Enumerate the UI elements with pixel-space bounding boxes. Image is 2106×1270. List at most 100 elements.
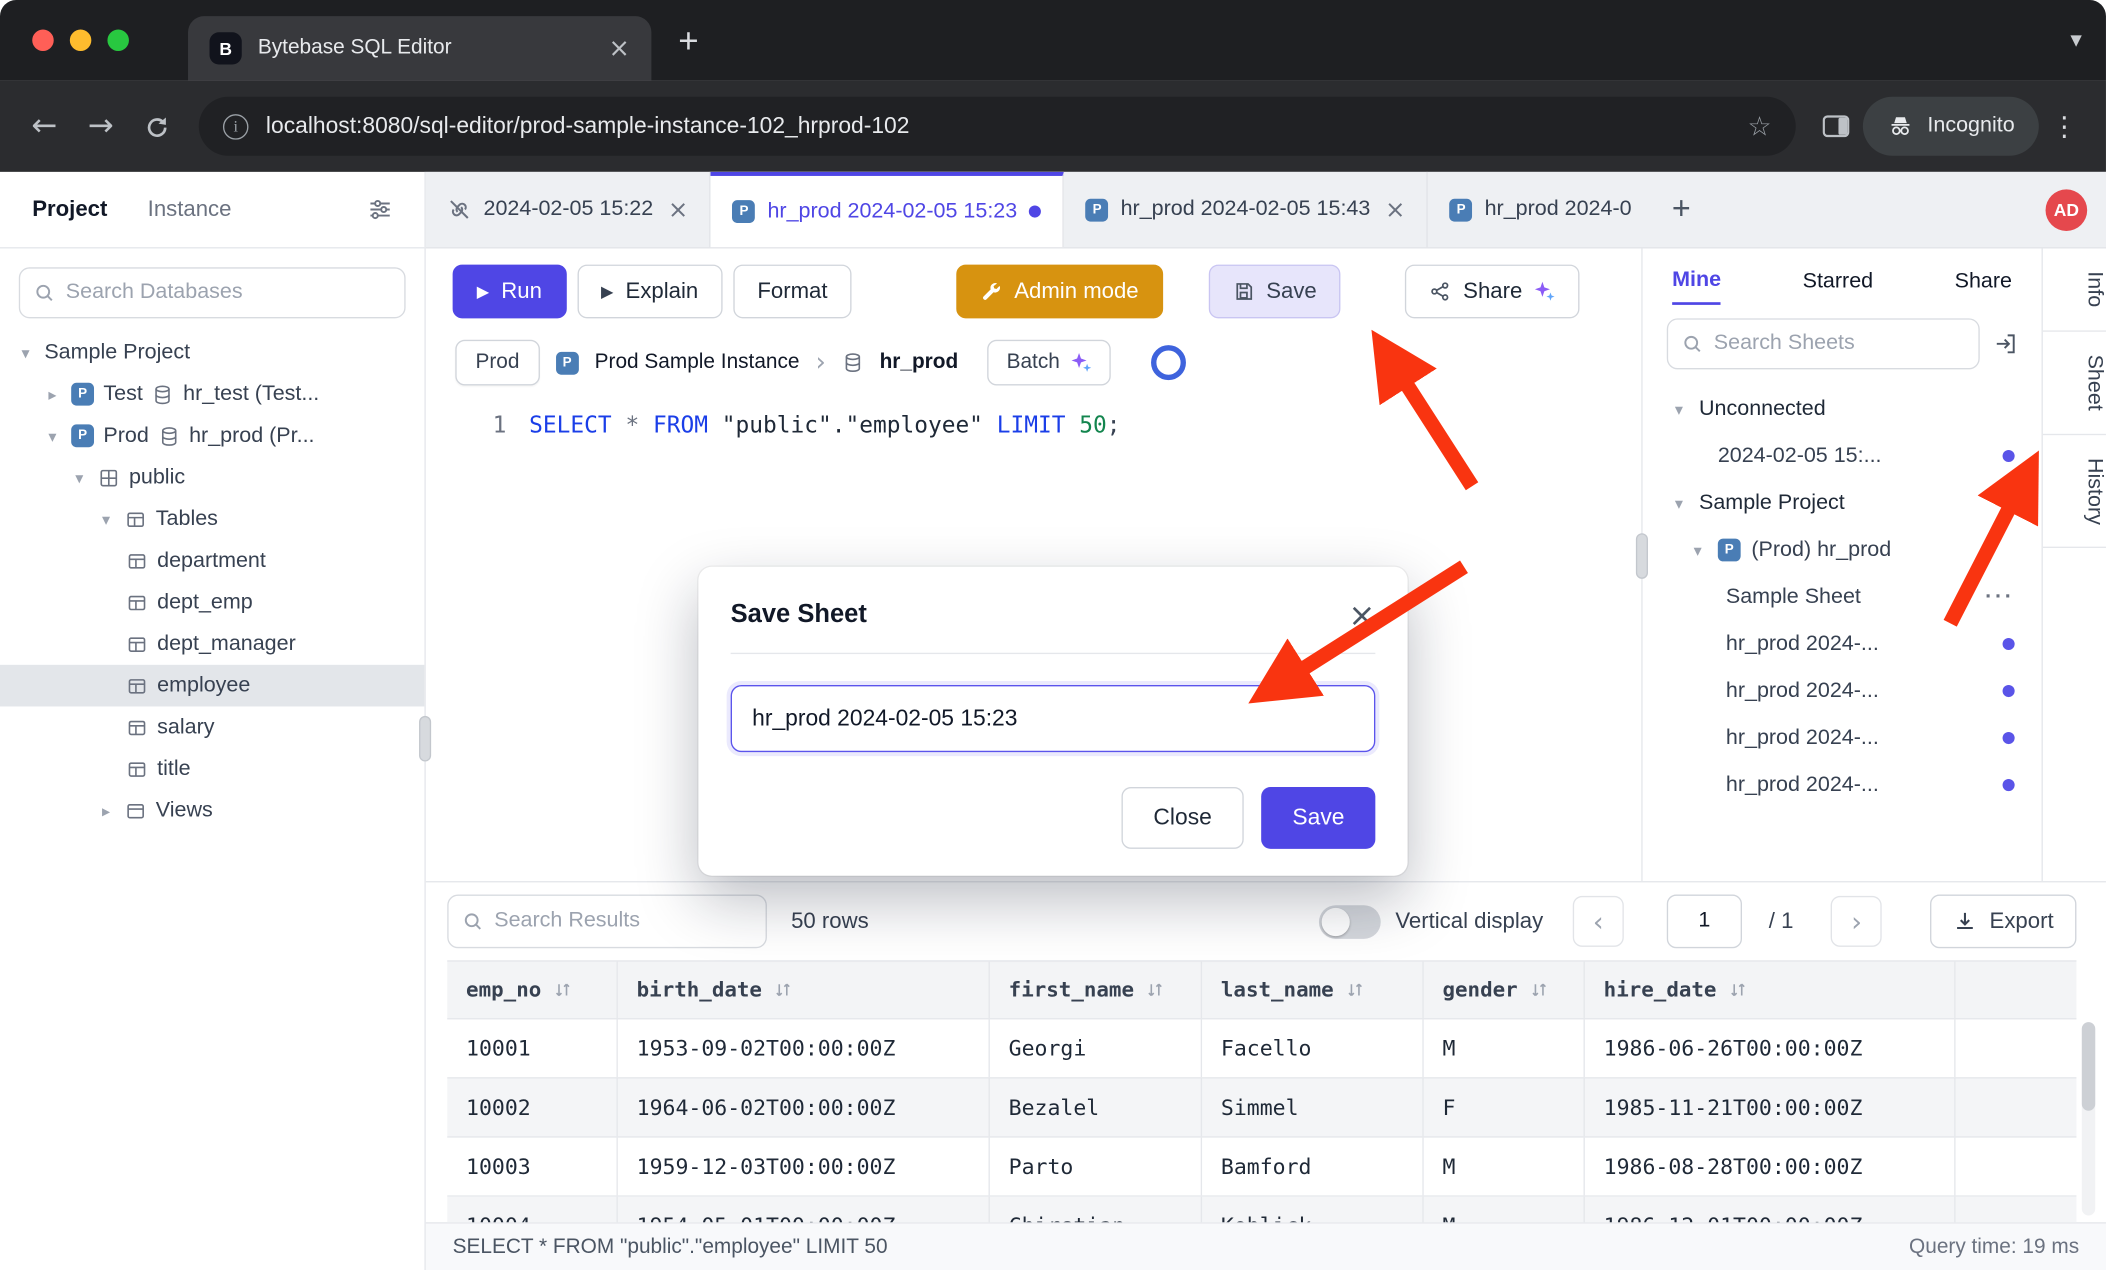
chevron-right-icon[interactable]: ▸: [97, 801, 116, 820]
tree-item-table-employee[interactable]: employee: [0, 665, 424, 707]
sort-icon[interactable]: [774, 980, 793, 999]
prev-page-button[interactable]: ‹: [1573, 896, 1624, 947]
vertical-display-toggle[interactable]: [1319, 905, 1381, 939]
table-row[interactable]: 10003 1959-12-03T00:00:00Z Parto Bamford…: [447, 1138, 2076, 1197]
sort-icon[interactable]: [1346, 980, 1365, 999]
run-button[interactable]: ▶ Run: [453, 265, 567, 319]
sheet-search[interactable]: [1667, 318, 1980, 369]
bookmark-star-icon[interactable]: ☆: [1748, 110, 1772, 142]
database-search[interactable]: [19, 267, 406, 318]
tree-item-table-dept-emp[interactable]: dept_emp: [0, 582, 424, 624]
close-icon[interactable]: ×: [668, 195, 688, 223]
database-search-input[interactable]: [66, 281, 391, 305]
table-scrollbar[interactable]: [2082, 1022, 2095, 1215]
close-tab-icon[interactable]: ×: [609, 34, 630, 64]
sheet-item[interactable]: hr_prod 2024-...: [1643, 762, 2042, 809]
browser-menu-icon[interactable]: ⋮: [2039, 110, 2090, 142]
rail-tab-info[interactable]: Info: [2043, 248, 2106, 331]
column-header[interactable]: emp_no: [447, 962, 618, 1018]
sort-icon[interactable]: [1530, 980, 1549, 999]
sort-icon[interactable]: [553, 980, 572, 999]
sheet-item[interactable]: hr_prod 2024-...: [1643, 715, 2042, 762]
editor-tab-2-active[interactable]: P hr_prod 2024-02-05 15:23: [711, 172, 1064, 247]
chevron-down-icon[interactable]: ▾: [16, 343, 35, 362]
sheet-search-input[interactable]: [1714, 332, 1965, 356]
next-page-button[interactable]: ›: [1831, 896, 1882, 947]
assistant-ring-icon[interactable]: [1151, 345, 1186, 380]
column-header[interactable]: first_name: [990, 962, 1202, 1018]
tree-item-table-title[interactable]: title: [0, 748, 424, 790]
chevron-right-icon[interactable]: ▸: [43, 385, 62, 404]
url-text[interactable]: localhost:8080/sql-editor/prod-sample-in…: [266, 113, 1730, 140]
share-button[interactable]: Share: [1405, 265, 1580, 319]
tab-share[interactable]: Share: [1955, 256, 2012, 303]
sheet-group-project[interactable]: ▾ Sample Project: [1643, 479, 2042, 526]
minimize-window-button[interactable]: [70, 30, 91, 51]
export-button[interactable]: Export: [1930, 895, 2076, 949]
dialog-close-button[interactable]: Close: [1121, 787, 1244, 849]
new-tab-button[interactable]: +: [678, 19, 698, 61]
tab-search-chevron-icon[interactable]: ▾: [2070, 27, 2081, 54]
back-button[interactable]: ←: [16, 109, 72, 144]
chevron-down-icon[interactable]: ▾: [1669, 494, 1688, 513]
sheet-item[interactable]: hr_prod 2024-...: [1643, 668, 2042, 715]
collapse-panel-icon[interactable]: [1993, 332, 2017, 356]
dialog-save-button[interactable]: Save: [1262, 787, 1376, 849]
rail-tab-history[interactable]: History: [2043, 434, 2106, 548]
browser-tab[interactable]: B Bytebase SQL Editor ×: [188, 16, 651, 80]
table-row[interactable]: 10002 1964-06-02T00:00:00Z Bezalel Simme…: [447, 1079, 2076, 1138]
panel-resize-handle[interactable]: [1636, 533, 1648, 579]
sheet-item[interactable]: Sample Sheet ···: [1643, 574, 2042, 621]
add-tab-button[interactable]: +: [1653, 191, 1709, 229]
tree-item-views[interactable]: ▸ Views: [0, 790, 424, 832]
table-row[interactable]: 10001 1953-09-02T00:00:00Z Georgi Facell…: [447, 1019, 2076, 1078]
editor-tab-3[interactable]: P hr_prod 2024-02-05 15:43 ×: [1064, 172, 1428, 247]
tree-item-test-instance[interactable]: ▸ P Test hr_test (Test...: [0, 373, 424, 415]
tree-item-table-salary[interactable]: salary: [0, 706, 424, 748]
page-number-input[interactable]: [1667, 895, 1742, 949]
tab-project[interactable]: Project: [32, 197, 107, 223]
site-info-icon[interactable]: i: [223, 113, 249, 139]
tree-item-project[interactable]: ▾ Sample Project: [0, 332, 424, 374]
tree-item-table-dept-manager[interactable]: dept_manager: [0, 623, 424, 665]
sheet-item[interactable]: 2024-02-05 15:...: [1643, 432, 2042, 479]
user-avatar[interactable]: AD: [2046, 189, 2088, 231]
maximize-window-button[interactable]: [107, 30, 128, 51]
sheet-item[interactable]: hr_prod 2024-...: [1643, 621, 2042, 668]
chevron-down-icon[interactable]: ▾: [97, 510, 116, 529]
tab-mine[interactable]: Mine: [1672, 255, 1721, 305]
instance-name[interactable]: Prod Sample Instance: [595, 351, 800, 375]
admin-mode-button[interactable]: Admin mode: [956, 265, 1162, 319]
forward-button[interactable]: →: [73, 109, 129, 144]
results-search-input[interactable]: [494, 909, 752, 933]
column-header[interactable]: last_name: [1202, 962, 1424, 1018]
sheet-group-unconnected[interactable]: ▾ Unconnected: [1643, 385, 2042, 432]
sort-icon[interactable]: [1729, 980, 1748, 999]
tree-item-tables[interactable]: ▾ Tables: [0, 498, 424, 540]
results-search[interactable]: [447, 895, 767, 949]
address-bar[interactable]: i localhost:8080/sql-editor/prod-sample-…: [199, 97, 1796, 156]
close-icon[interactable]: ×: [1385, 195, 1405, 223]
database-name[interactable]: hr_prod: [880, 351, 959, 375]
chevron-down-icon[interactable]: ▾: [70, 468, 89, 487]
batch-button[interactable]: Batch: [988, 340, 1111, 386]
more-options-icon[interactable]: ···: [1985, 585, 2015, 609]
tree-item-schema-public[interactable]: ▾ public: [0, 457, 424, 499]
save-button[interactable]: Save: [1208, 265, 1340, 319]
close-dialog-icon[interactable]: ×: [1348, 599, 1375, 631]
rail-tab-sheet[interactable]: Sheet: [2043, 331, 2106, 434]
column-header[interactable]: birth_date: [618, 962, 990, 1018]
side-panel-icon[interactable]: [1823, 113, 1850, 140]
chevron-down-icon[interactable]: ▾: [1669, 400, 1688, 419]
tab-instance[interactable]: Instance: [148, 197, 232, 223]
explain-button[interactable]: ▶ Explain: [577, 265, 723, 319]
sheet-name-input[interactable]: [731, 685, 1376, 752]
environment-chip[interactable]: Prod: [455, 340, 539, 386]
sort-icon[interactable]: [1146, 980, 1165, 999]
format-button[interactable]: Format: [733, 265, 852, 319]
table-row[interactable]: 10004 1954-05-01T00:00:00Z Chirstian Kob…: [447, 1197, 2076, 1223]
editor-tab-4[interactable]: P hr_prod 2024-0: [1428, 172, 1653, 247]
tree-item-prod-instance[interactable]: ▾ P Prod hr_prod (Pr...: [0, 415, 424, 457]
panel-resize-handle[interactable]: [419, 716, 431, 762]
chevron-down-icon[interactable]: ▾: [1688, 541, 1707, 560]
